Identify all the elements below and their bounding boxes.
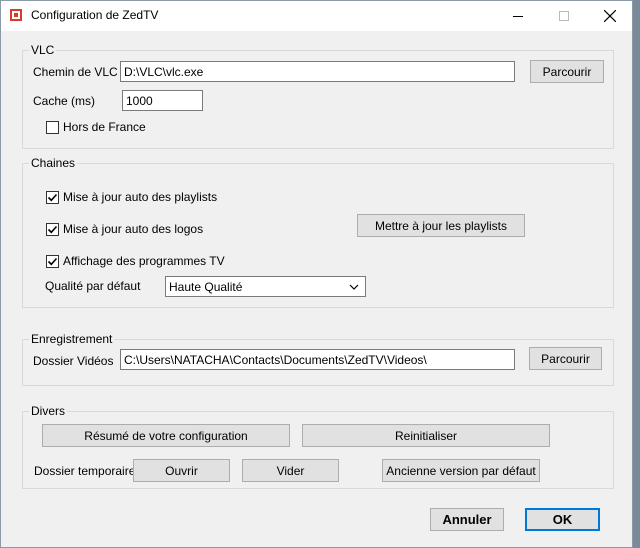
check-icon[interactable] — [46, 254, 59, 268]
chaines-legend: Chaines — [29, 156, 78, 170]
vlc-browse-button[interactable]: Parcourir — [530, 60, 604, 83]
app-icon — [10, 9, 22, 21]
maximize-icon[interactable] — [541, 1, 587, 31]
enregistrement-legend: Enregistrement — [29, 332, 115, 346]
vlc-path-label: Chemin de VLC — [33, 65, 118, 79]
summary-button[interactable]: Résumé de votre configuration — [42, 424, 290, 447]
check-icon[interactable] — [46, 190, 59, 204]
auto-playlists-checkbox[interactable]: Mise à jour auto des playlists — [46, 190, 217, 204]
quality-select[interactable]: Haute Qualité — [165, 276, 366, 297]
outside-france-label: Hors de France — [63, 120, 146, 134]
old-version-button[interactable]: Ancienne version par défaut — [382, 459, 540, 482]
temp-folder-label: Dossier temporaire : — [34, 464, 143, 478]
checkbox-box[interactable] — [46, 120, 59, 134]
auto-playlists-label: Mise à jour auto des playlists — [63, 190, 218, 204]
empty-button[interactable]: Vider — [242, 459, 339, 482]
window-title: Configuration de ZedTV — [31, 8, 159, 22]
tv-programs-checkbox[interactable]: Affichage des programmes TV — [46, 254, 225, 268]
quality-value: Haute Qualité — [169, 279, 243, 294]
vlc-path-input[interactable] — [120, 61, 515, 82]
divers-legend: Divers — [29, 404, 68, 418]
auto-logos-label: Mise à jour auto des logos — [63, 222, 204, 236]
auto-logos-checkbox[interactable]: Mise à jour auto des logos — [46, 222, 203, 236]
cache-input[interactable] — [122, 90, 203, 111]
quality-label: Qualité par défaut — [45, 279, 141, 293]
open-button[interactable]: Ouvrir — [133, 459, 230, 482]
config-window: Configuration de ZedTV VLC Chemin de VLC… — [0, 0, 633, 548]
ok-button[interactable]: OK — [525, 508, 600, 531]
reset-button[interactable]: Reinitialiser — [302, 424, 550, 447]
tv-programs-label: Affichage des programmes TV — [63, 254, 225, 268]
video-browse-button[interactable]: Parcourir — [529, 347, 602, 370]
cache-label: Cache (ms) — [33, 94, 96, 108]
close-icon[interactable] — [587, 1, 633, 31]
minimize-icon[interactable] — [495, 1, 541, 31]
video-folder-label: Dossier Vidéos — [33, 354, 114, 368]
title-bar[interactable]: Configuration de ZedTV — [1, 1, 632, 31]
check-icon[interactable] — [46, 222, 59, 236]
video-folder-input[interactable] — [120, 349, 515, 370]
chevron-down-icon[interactable] — [349, 282, 359, 292]
vlc-legend: VLC — [29, 43, 57, 57]
outside-france-checkbox[interactable]: Hors de France — [46, 120, 146, 134]
cancel-button[interactable]: Annuler — [430, 508, 504, 531]
update-playlists-button[interactable]: Mettre à jour les playlists — [357, 214, 525, 237]
